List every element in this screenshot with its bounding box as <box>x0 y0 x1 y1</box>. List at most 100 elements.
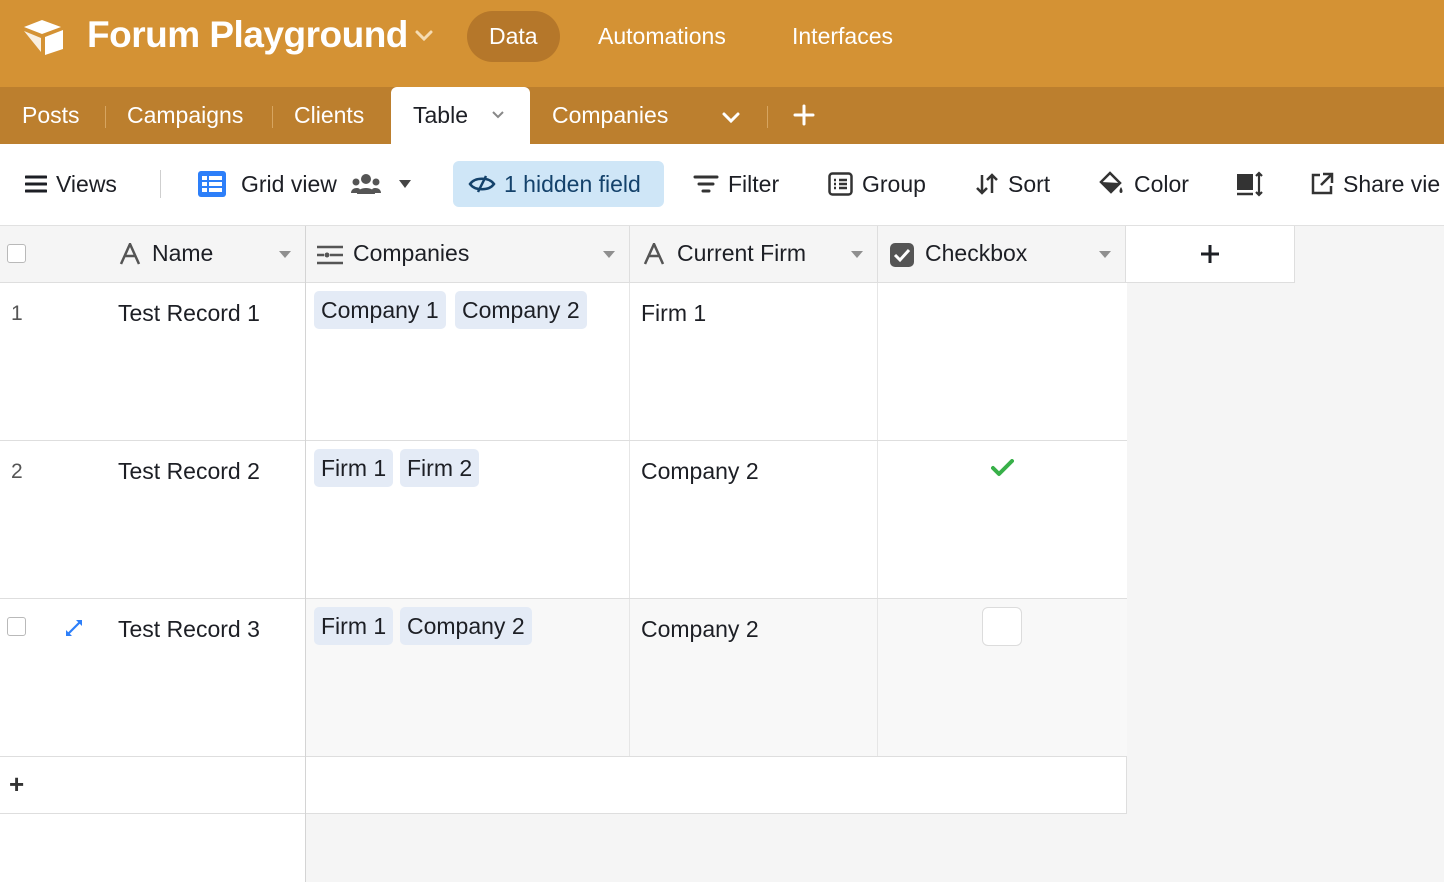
linked-record-chip[interactable]: Firm 1 <box>314 449 394 487</box>
row-height-icon <box>1237 171 1263 197</box>
collaborators-icon <box>350 174 381 194</box>
tab-posts[interactable]: Posts <box>22 87 80 144</box>
base-menu-chevron-icon[interactable] <box>414 28 434 44</box>
filter-icon <box>693 175 719 193</box>
column-label-current-firm: Current Firm <box>677 240 807 266</box>
share-view-button[interactable]: Share vie <box>1310 161 1440 207</box>
current-firm-cell[interactable]: Firm 1 <box>630 283 878 440</box>
tab-campaigns[interactable]: Campaigns <box>127 87 243 144</box>
linked-record-chip[interactable]: Firm 1 <box>314 607 394 645</box>
column-menu-caret-icon[interactable] <box>851 251 863 258</box>
sort-button[interactable]: Sort <box>975 161 1050 207</box>
linked-record-chip[interactable]: Company 2 <box>400 607 532 645</box>
primary-cell[interactable]: Test Record 3 <box>0 599 306 756</box>
linked-record-chip[interactable]: Company 1 <box>314 291 446 329</box>
add-record-plus-icon[interactable]: + <box>9 769 24 800</box>
name-cell: Test Record 1 <box>118 300 260 326</box>
group-label: Group <box>862 170 926 197</box>
paint-bucket-icon <box>1099 171 1123 194</box>
select-all-checkbox[interactable] <box>7 244 26 263</box>
plus-icon <box>1201 245 1219 263</box>
add-table-plus-icon[interactable] <box>793 104 815 126</box>
table-row[interactable]: 1 Test Record 1 Company 1 Company 2 Firm… <box>0 283 1127 441</box>
linked-record-chip[interactable]: Firm 2 <box>400 449 480 487</box>
companies-cell[interactable]: Company 1 Company 2 <box>306 283 630 440</box>
views-label: Views <box>56 170 117 197</box>
hidden-fields-button[interactable]: 1 hidden field <box>453 161 664 207</box>
column-menu-caret-icon[interactable] <box>1099 251 1111 258</box>
current-firm-cell[interactable]: Company 2 <box>630 441 878 598</box>
chevron-down-icon[interactable] <box>491 109 505 121</box>
column-header-name[interactable]: Name <box>0 226 306 283</box>
table-row[interactable]: 2 Test Record 2 Firm 1 Firm 2 Company 2 <box>0 441 1127 599</box>
column-header-current-firm[interactable]: Current Firm <box>630 226 878 283</box>
current-firm-value: Firm 1 <box>641 300 707 326</box>
checkmark-icon[interactable] <box>991 459 1014 477</box>
hidden-fields-label: 1 hidden field <box>504 170 641 197</box>
nav-automations[interactable]: Automations <box>576 11 748 62</box>
frozen-column-divider[interactable] <box>305 226 306 882</box>
row-select-checkbox[interactable] <box>7 617 26 636</box>
airtable-logo-icon[interactable] <box>22 18 66 56</box>
group-button[interactable]: Group <box>828 161 926 207</box>
sort-label: Sort <box>1008 170 1051 197</box>
grid-view-label: Grid view <box>241 170 337 197</box>
current-firm-cell[interactable]: Company 2 <box>630 599 878 756</box>
companies-cell[interactable]: Firm 1 Company 2 <box>306 599 630 756</box>
color-label: Color <box>1134 170 1189 197</box>
checkbox-cell[interactable] <box>878 441 1127 598</box>
single-line-text-icon <box>119 243 141 265</box>
current-firm-value: Company 2 <box>641 458 759 484</box>
share-external-icon <box>1311 172 1334 195</box>
app-header: Forum Playground Data Automations Interf… <box>0 0 1444 87</box>
add-record-row[interactable]: + <box>0 757 1127 814</box>
filter-button[interactable]: Filter <box>693 161 779 207</box>
share-view-label: Share vie <box>1343 170 1441 197</box>
column-header-companies[interactable]: Companies <box>306 226 630 283</box>
table-row[interactable]: Test Record 3 Firm 1 Company 2 Company 2 <box>0 599 1127 757</box>
primary-cell[interactable]: 2 Test Record 2 <box>0 441 306 598</box>
linked-record-icon <box>317 245 343 265</box>
record-checkbox[interactable] <box>982 607 1022 646</box>
filter-label: Filter <box>728 170 780 197</box>
name-cell: Test Record 2 <box>118 458 260 484</box>
column-label-checkbox: Checkbox <box>925 240 1028 266</box>
checkbox-field-icon <box>890 243 914 267</box>
row-number: 2 <box>11 460 23 483</box>
expand-record-icon[interactable] <box>63 617 85 639</box>
table-tab-bar: Posts Campaigns Clients Table Companies <box>0 87 1444 144</box>
views-button[interactable]: Views <box>25 161 117 207</box>
row-number: 1 <box>11 302 23 325</box>
tab-clients[interactable]: Clients <box>294 87 364 144</box>
nav-interfaces[interactable]: Interfaces <box>770 11 915 62</box>
add-field-button[interactable] <box>1126 226 1295 283</box>
linked-record-chip[interactable]: Company 2 <box>455 291 587 329</box>
nav-data[interactable]: Data <box>467 11 560 62</box>
checkbox-cell[interactable] <box>878 599 1127 756</box>
column-header-checkbox[interactable]: Checkbox <box>878 226 1126 283</box>
tab-companies[interactable]: Companies <box>552 87 668 144</box>
tab-table[interactable]: Table <box>391 87 530 144</box>
column-menu-caret-icon[interactable] <box>279 251 291 258</box>
caret-down-icon[interactable] <box>398 180 411 188</box>
current-firm-value: Company 2 <box>641 616 759 642</box>
column-menu-caret-icon[interactable] <box>603 251 615 258</box>
all-tables-chevron-icon[interactable] <box>721 107 741 127</box>
checkbox-cell[interactable] <box>878 283 1127 440</box>
base-title[interactable]: Forum Playground <box>87 14 408 56</box>
column-label-name: Name <box>152 240 214 266</box>
companies-cell[interactable]: Firm 1 Firm 2 <box>306 441 630 598</box>
grid-view-button[interactable]: Grid view <box>197 161 411 207</box>
hide-field-icon <box>468 175 496 193</box>
grid-empty-area-left <box>0 814 305 882</box>
column-label-companies: Companies <box>353 240 470 266</box>
group-icon <box>828 172 853 196</box>
hamburger-icon <box>25 175 47 193</box>
name-cell: Test Record 3 <box>118 616 260 642</box>
primary-cell[interactable]: 1 Test Record 1 <box>0 283 306 440</box>
row-height-button[interactable] <box>1236 161 1264 207</box>
sort-icon <box>976 173 998 195</box>
grid-view-icon <box>198 171 226 197</box>
tab-table-label: Table <box>413 102 468 128</box>
color-button[interactable]: Color <box>1098 161 1189 207</box>
